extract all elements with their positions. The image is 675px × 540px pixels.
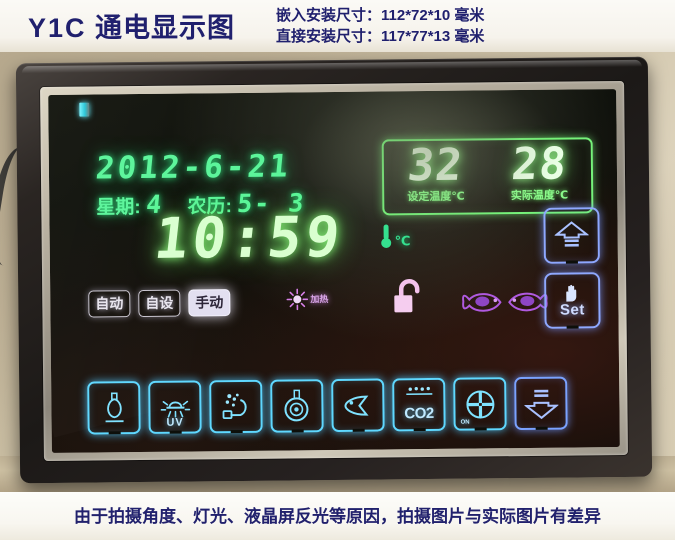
clock-display: 10:59 bbox=[151, 204, 347, 272]
lcd-screen: 2012-6-21 星期: 4 农历: 5- 3 32 28 设定温度℃ 实际温… bbox=[48, 89, 620, 453]
arrow-down-icon bbox=[523, 389, 559, 419]
uv-label: UV bbox=[166, 416, 184, 429]
air-pump-button[interactable] bbox=[209, 379, 263, 434]
embedded-dimension-text: 嵌入安装尺寸：112*72*10 毫米 bbox=[276, 7, 485, 24]
heating-indicator: 加热 bbox=[286, 288, 329, 311]
bezel-highlight bbox=[21, 59, 642, 74]
uv-lamp-button[interactable]: UV bbox=[148, 380, 202, 434]
water-pump-button[interactable] bbox=[270, 379, 324, 433]
lamp-button[interactable] bbox=[87, 381, 141, 435]
thermometer-icon: ℃ bbox=[380, 223, 411, 249]
mode-button-auto[interactable]: 自动 bbox=[88, 290, 131, 318]
mode-button-manual[interactable]: 手动 bbox=[188, 289, 231, 317]
set-button[interactable]: Set bbox=[544, 272, 601, 329]
feeding-button[interactable] bbox=[331, 378, 385, 433]
up-button[interactable] bbox=[543, 207, 600, 264]
power-socket-icon bbox=[465, 389, 494, 418]
hand-icon bbox=[566, 284, 577, 302]
page-footer: 由于拍摄角度、灯光、液晶屏反光等原因，拍摄图片与实际图片有差异 bbox=[0, 492, 675, 540]
page-title-text: 通电显示图 bbox=[95, 13, 236, 43]
page-title: Y1C 通电显示图 bbox=[28, 6, 235, 45]
power-socket-button[interactable]: ON bbox=[453, 377, 507, 431]
thermometer-glyph bbox=[381, 224, 392, 248]
set-button-label: Set bbox=[559, 301, 585, 319]
unlock-icon[interactable] bbox=[392, 277, 426, 322]
controller-device: 2012-6-21 星期: 4 农历: 5- 3 32 28 设定温度℃ 实际温… bbox=[15, 56, 653, 484]
down-button[interactable] bbox=[514, 376, 568, 431]
weekday-label: 星期: bbox=[96, 197, 141, 219]
set-temperature-value: 32 bbox=[405, 139, 466, 192]
lamp-icon bbox=[105, 391, 124, 422]
function-button-row: UV CO2 ON bbox=[87, 376, 568, 435]
fish-right-icon bbox=[508, 292, 548, 312]
co2-bubbles-icon bbox=[405, 386, 432, 396]
side-button-group: Set bbox=[543, 207, 601, 329]
water-pump-icon bbox=[283, 389, 308, 421]
temperature-panel: 32 28 设定温度℃ 实际温度℃ bbox=[381, 137, 594, 216]
date-display: 2012-6-21 bbox=[94, 148, 293, 187]
heating-label: 加热 bbox=[310, 293, 329, 304]
disclaimer-caption: 由于拍摄角度、灯光、液晶屏反光等原因，拍摄图片与实际图片有差异 bbox=[74, 507, 601, 526]
power-indicator-icon bbox=[79, 102, 90, 117]
co2-button[interactable]: CO2 bbox=[392, 377, 446, 432]
page-header: Y1C 通电显示图 嵌入安装尺寸：112*72*10 毫米 直接安装尺寸：117… bbox=[0, 0, 675, 52]
product-photo: 2012-6-21 星期: 4 农历: 5- 3 32 28 设定温度℃ 实际温… bbox=[0, 52, 675, 492]
product-model: Y1C bbox=[28, 13, 87, 43]
socket-on-label: ON bbox=[460, 419, 470, 426]
dimension-notes: 嵌入安装尺寸：112*72*10 毫米 直接安装尺寸：117*77*13 毫米 bbox=[276, 5, 484, 47]
sun-heat-icon bbox=[286, 288, 309, 311]
feeding-fish-icon bbox=[343, 395, 369, 416]
air-pump-icon bbox=[222, 393, 247, 419]
actual-temperature-value: 28 bbox=[509, 138, 570, 191]
open-padlock-glyph bbox=[394, 279, 420, 313]
direct-dimension-text: 直接安装尺寸：117*77*13 毫米 bbox=[276, 28, 485, 45]
arrow-up-icon bbox=[554, 221, 589, 247]
co2-label: CO2 bbox=[404, 404, 434, 423]
mode-button-self-set[interactable]: 自设 bbox=[138, 289, 181, 318]
thermometer-unit: ℃ bbox=[394, 233, 411, 249]
mode-button-group: 自动 自设 手动 bbox=[88, 289, 231, 318]
fish-left-icon bbox=[462, 293, 502, 312]
fish-indicator-group bbox=[460, 288, 549, 317]
